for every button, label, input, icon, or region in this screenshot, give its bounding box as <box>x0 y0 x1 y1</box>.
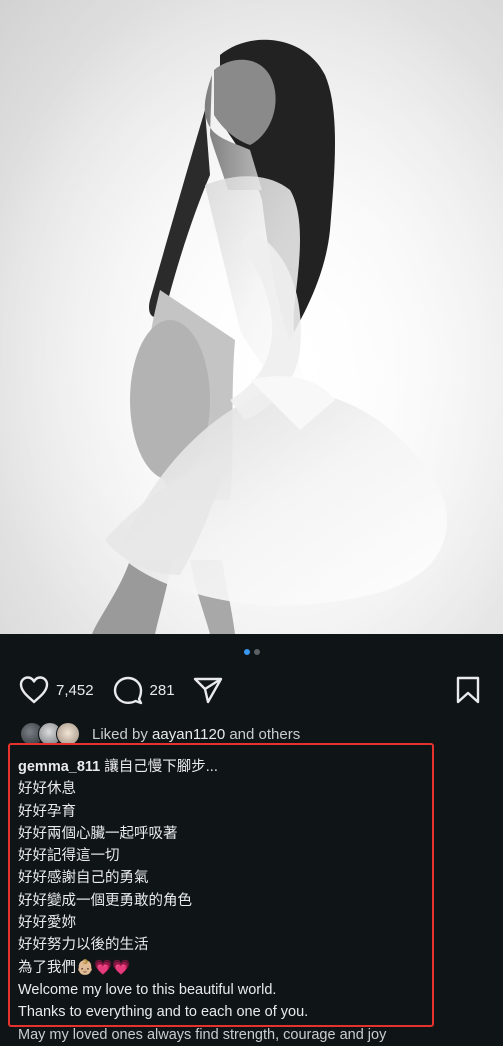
caption-line: 好好孕育 <box>18 803 76 820</box>
carousel-dot <box>253 649 260 655</box>
post-action-bar: 7,452 281 <box>18 671 485 709</box>
bookmark-icon <box>456 676 480 704</box>
post-photo[interactable] <box>0 0 503 634</box>
carousel-indicator <box>0 649 503 655</box>
caption-text: 讓自己慢下腳步... <box>104 759 218 775</box>
caption-line: 好好休息 <box>18 781 76 798</box>
caption-cut-off-line: May my loved ones always find strength, … <box>18 1027 387 1043</box>
liked-by-prefix: Liked by <box>92 725 148 743</box>
caption-line: 好好感謝自己的勇氣 <box>18 870 149 887</box>
liked-by-suffix: and others <box>229 725 301 743</box>
caption-line: 好好兩個心臟一起呼吸著 <box>18 825 178 842</box>
caption-line: Welcome my love to this beautiful world. <box>18 981 277 998</box>
comment-count: 281 <box>149 681 175 699</box>
caption-line: 好好變成一個更勇敢的角色 <box>18 892 192 909</box>
comment-icon <box>113 676 142 705</box>
post-caption: gemma_811 讓自己慢下腳步... 好好休息 好好孕育 好好兩個心臟一起呼… <box>18 756 434 1024</box>
like-count: 7,452 <box>56 681 94 699</box>
share-button[interactable] <box>193 676 223 704</box>
caption-username[interactable]: gemma_811 <box>18 759 100 775</box>
caption-line: 好好記得這一切 <box>18 848 120 865</box>
caption-line: 好好愛妳 <box>18 915 76 932</box>
like-button[interactable]: 7,452 <box>18 675 94 705</box>
heart-icon <box>19 676 49 704</box>
liked-by-user[interactable]: aayan1120 <box>152 726 225 743</box>
caption-line: 為了我們👶🏼💗💗 <box>18 959 131 976</box>
send-icon <box>193 677 222 704</box>
save-button[interactable] <box>455 676 481 709</box>
carousel-dot-active <box>243 649 250 655</box>
caption-line: Thanks to everything and to each one of … <box>18 1004 309 1021</box>
maternity-photo-illustration <box>0 0 503 634</box>
caption-line: 好好努力以後的生活 <box>18 937 149 954</box>
caption-first-line: gemma_811 讓自己慢下腳步... <box>18 756 434 778</box>
comment-button[interactable]: 281 <box>112 675 175 705</box>
